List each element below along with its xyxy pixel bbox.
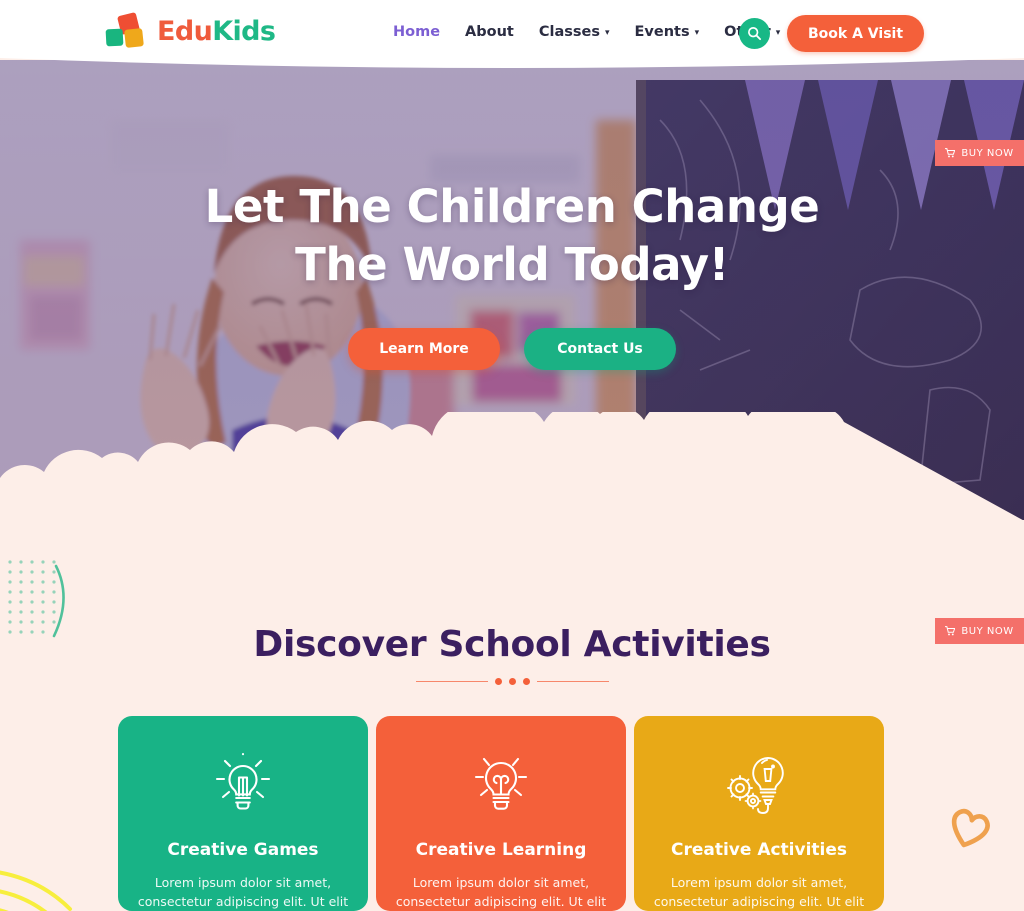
activities-section: Discover School Activities Creative Game…: [0, 520, 1024, 911]
divider-dot: [522, 678, 530, 685]
chevron-down-icon: ▾: [605, 27, 610, 38]
chevron-down-icon: ▾: [694, 27, 700, 38]
activity-card-description: Lorem ipsum dolor sit amet, consectetur …: [137, 875, 349, 910]
chevron-down-icon: ▾: [775, 27, 781, 38]
shopping-cart-icon: [945, 148, 956, 158]
activity-card-creative-learning[interactable]: Creative Learning Lorem ipsum dolor sit …: [376, 716, 626, 911]
nav-item-about[interactable]: About: [465, 24, 514, 40]
activity-card-title: Creative Activities: [670, 840, 848, 860]
learn-more-button[interactable]: Learn More: [348, 328, 500, 371]
title-divider: [0, 678, 1024, 685]
logo-block-green: [105, 28, 124, 47]
buy-now-label: BUY NOW: [961, 625, 1014, 637]
section-title: Discover School Activities: [253, 624, 771, 665]
nav-item-home[interactable]: Home: [393, 24, 440, 40]
contact-us-button[interactable]: Contact Us: [524, 328, 676, 371]
lightbulb-gears-icon: [724, 752, 794, 818]
search-icon: [748, 27, 762, 41]
main-navigation: Home About Classes ▾ Events ▾ Other ▾: [393, 24, 780, 40]
activity-card-title: Creative Learning: [415, 840, 587, 860]
lightbulb-filament-icon: [470, 752, 532, 818]
nav-label-about: About: [465, 24, 514, 40]
shopping-cart-icon: [945, 626, 956, 636]
brand-name-kids: Kids: [212, 15, 276, 47]
heart-outline-decoration: [951, 808, 990, 848]
nav-label-home: Home: [393, 24, 441, 40]
activity-card-description: Lorem ipsum dolor sit amet, consectetur …: [395, 875, 607, 910]
brand-name: EduKids: [157, 15, 276, 47]
cloud-divider: [0, 412, 1023, 520]
nav-item-classes[interactable]: Classes ▾: [539, 24, 610, 40]
hero-title: Let The Children Change The World Today!: [204, 180, 820, 291]
brand-name-edu: Edu: [157, 15, 213, 47]
buy-now-label: BUY NOW: [961, 147, 1014, 159]
divider-line-right: [536, 680, 609, 683]
activity-card-creative-activities[interactable]: Creative Activities Lorem ipsum dolor si…: [634, 716, 884, 911]
nav-label-classes: Classes: [538, 24, 600, 40]
lightbulb-rays-icon: [212, 752, 274, 818]
divider-line-left: [415, 680, 488, 683]
activity-card-description: Lorem ipsum dolor sit amet, consectetur …: [653, 875, 865, 910]
activity-card-creative-games[interactable]: Creative Games Lorem ipsum dolor sit ame…: [118, 716, 368, 911]
activity-card-title: Creative Games: [167, 840, 319, 860]
yellow-curves-decoration: [0, 870, 72, 911]
divider-dot: [494, 678, 502, 685]
brand-logo[interactable]: EduKids: [105, 11, 276, 49]
logo-block-yellow: [124, 28, 144, 48]
site-header: EduKids Home About Classes ▾ Events ▾ Ot…: [0, 0, 1024, 72]
blocks-logo-icon: [105, 11, 151, 49]
nav-item-events[interactable]: Events ▾: [635, 24, 700, 40]
buy-now-badge-activities[interactable]: BUY NOW: [935, 618, 1024, 644]
nav-label-events: Events: [634, 24, 690, 40]
divider-dot: [508, 678, 516, 685]
hero-section: Let The Children Change The World Today!…: [0, 60, 1024, 520]
hero-button-group: Learn More Contact Us: [348, 328, 676, 371]
book-a-visit-button[interactable]: Book A Visit: [787, 15, 925, 52]
search-button[interactable]: [739, 18, 770, 49]
dot-grid-decoration: [8, 560, 65, 638]
buy-now-badge-hero[interactable]: BUY NOW: [935, 140, 1024, 166]
activity-card-list: Creative Games Lorem ipsum dolor sit ame…: [118, 716, 884, 911]
